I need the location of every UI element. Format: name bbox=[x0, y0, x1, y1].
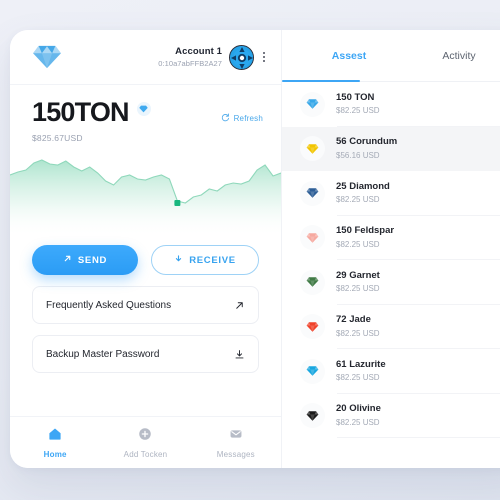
gem-icon bbox=[300, 225, 325, 251]
asset-value: $82.25 USD bbox=[336, 417, 380, 427]
asset-list[interactable]: 150 TON $82.25 USD 56 Corundum $56.16 USD 25… bbox=[282, 82, 500, 468]
asset-name: 56 Corundum bbox=[336, 136, 398, 148]
balance-block: 150TON $825.67USD Refresh bbox=[10, 85, 281, 144]
asset-name: 150 TON bbox=[336, 91, 375, 103]
asset-value: $82.25 USD bbox=[336, 328, 380, 338]
gem-icon bbox=[300, 403, 325, 429]
account-address: 0:10a7abFFB2A27 bbox=[158, 58, 222, 68]
asset-value: $82.25 USD bbox=[336, 373, 380, 383]
app-window: Account 1 0:10a7abFFB2A27 150TON $825.67… bbox=[10, 30, 500, 468]
asset-row[interactable]: 150 Feldspar $82.25 USD bbox=[282, 216, 500, 260]
assets-panel: Assest Activity 150 TON $82.25 USD 56 Coru… bbox=[282, 30, 500, 468]
gem-icon bbox=[300, 136, 325, 162]
nav-item-add-token[interactable]: Add Tocken bbox=[100, 427, 190, 459]
asset-row[interactable]: 29 Garnet $82.25 USD bbox=[282, 260, 500, 305]
download-icon bbox=[234, 349, 245, 360]
wallet-header: Account 1 0:10a7abFFB2A27 bbox=[10, 30, 281, 85]
asset-row[interactable]: 150 TON $82.25 USD bbox=[282, 82, 500, 127]
refresh-label: Refresh bbox=[233, 114, 263, 123]
asset-text: 72 Jade $82.25 USD bbox=[336, 314, 380, 339]
asset-text: 25 Diamond $82.25 USD bbox=[336, 181, 390, 206]
asset-row[interactable]: 72 Jade $82.25 USD bbox=[282, 305, 500, 349]
arrow-down-icon bbox=[174, 254, 183, 266]
tab-activity-label: Activity bbox=[442, 50, 476, 62]
refresh-icon bbox=[221, 113, 230, 124]
diamond-icon bbox=[136, 102, 151, 116]
nav-label-home: Home bbox=[43, 449, 67, 459]
faq-label: Frequently Asked Questions bbox=[46, 299, 172, 311]
tab-activity[interactable]: Activity bbox=[410, 30, 500, 82]
nav-label-add-token: Add Tocken bbox=[123, 449, 168, 459]
asset-name: 61 Lazurite bbox=[336, 358, 386, 370]
asset-value: $56.16 USD bbox=[336, 150, 380, 160]
asset-text: 29 Garnet $82.25 USD bbox=[336, 270, 380, 295]
asset-value: $82.25 USD bbox=[336, 239, 380, 249]
account-summary[interactable]: Account 1 0:10a7abFFB2A27 bbox=[158, 44, 267, 70]
asset-text: 20 Olivine $82.25 USD bbox=[336, 403, 381, 428]
asset-text: 56 Corundum $56.16 USD bbox=[336, 136, 397, 161]
envelope-icon bbox=[229, 427, 243, 446]
balance-amount: 150TON bbox=[32, 97, 130, 127]
asset-name: 29 Garnet bbox=[336, 269, 380, 281]
asset-text: 61 Lazurite $82.25 USD bbox=[336, 359, 386, 384]
asset-value: $82.25 USD bbox=[336, 106, 380, 116]
bottom-navigation: Home Add Tocken Messages bbox=[10, 416, 281, 468]
action-buttons: SEND RECEIVE bbox=[10, 237, 281, 275]
gem-icon bbox=[300, 314, 325, 340]
more-vertical-icon[interactable] bbox=[261, 49, 267, 65]
asset-value: $82.25 USD bbox=[336, 195, 380, 205]
account-name: Account 1 bbox=[175, 45, 222, 57]
home-icon bbox=[48, 427, 62, 446]
row-separator bbox=[337, 437, 500, 438]
assets-tabs: Assest Activity bbox=[282, 30, 500, 82]
balance-fiat: $825.67USD bbox=[32, 133, 83, 143]
asset-name: 72 Jade bbox=[336, 314, 371, 326]
avatar-icon[interactable] bbox=[229, 44, 254, 70]
nav-label-messages: Messages bbox=[216, 449, 255, 459]
send-button[interactable]: SEND bbox=[32, 245, 138, 275]
asset-row[interactable]: 61 Lazurite $82.25 USD bbox=[282, 349, 500, 394]
plus-circle-icon bbox=[138, 427, 152, 446]
asset-name: 25 Diamond bbox=[336, 180, 390, 192]
asset-text: 150 TON $82.25 USD bbox=[336, 92, 380, 117]
receive-button[interactable]: RECEIVE bbox=[151, 245, 259, 275]
balance-chart bbox=[10, 145, 281, 237]
receive-label: RECEIVE bbox=[189, 254, 236, 266]
asset-name: 150 Feldspar bbox=[336, 225, 395, 237]
backup-password-card[interactable]: Backup Master Password bbox=[32, 335, 259, 373]
arrow-up-right-icon bbox=[234, 300, 245, 311]
asset-row[interactable]: 20 Olivine $82.25 USD bbox=[282, 394, 500, 438]
gem-icon bbox=[300, 269, 325, 295]
tab-assest-label: Assest bbox=[331, 50, 367, 62]
send-label: SEND bbox=[77, 254, 108, 266]
asset-row[interactable]: 56 Corundum $56.16 USD bbox=[282, 126, 500, 171]
nav-item-messages[interactable]: Messages bbox=[191, 427, 281, 459]
gem-icon bbox=[300, 358, 325, 384]
tab-assest[interactable]: Assest bbox=[300, 30, 398, 82]
asset-name: 20 Olivine bbox=[336, 403, 381, 415]
refresh-button[interactable]: Refresh bbox=[221, 113, 263, 124]
gem-icon bbox=[300, 180, 325, 206]
account-text: Account 1 0:10a7abFFB2A27 bbox=[158, 46, 222, 68]
nav-item-home[interactable]: Home bbox=[10, 427, 100, 459]
backup-password-label: Backup Master Password bbox=[46, 348, 160, 360]
asset-value: $82.25 USD bbox=[336, 284, 380, 294]
wallet-panel: Account 1 0:10a7abFFB2A27 150TON $825.67… bbox=[10, 30, 282, 468]
gem-icon bbox=[300, 91, 325, 117]
asset-text: 150 Feldspar $82.25 USD bbox=[336, 225, 394, 250]
asset-row[interactable]: 25 Diamond $82.25 USD bbox=[282, 171, 500, 216]
app-root: Account 1 0:10a7abFFB2A27 150TON $825.67… bbox=[0, 0, 500, 500]
arrow-up-right-icon bbox=[63, 254, 72, 266]
diamond-logo-icon bbox=[32, 44, 62, 70]
faq-card[interactable]: Frequently Asked Questions bbox=[32, 286, 259, 324]
